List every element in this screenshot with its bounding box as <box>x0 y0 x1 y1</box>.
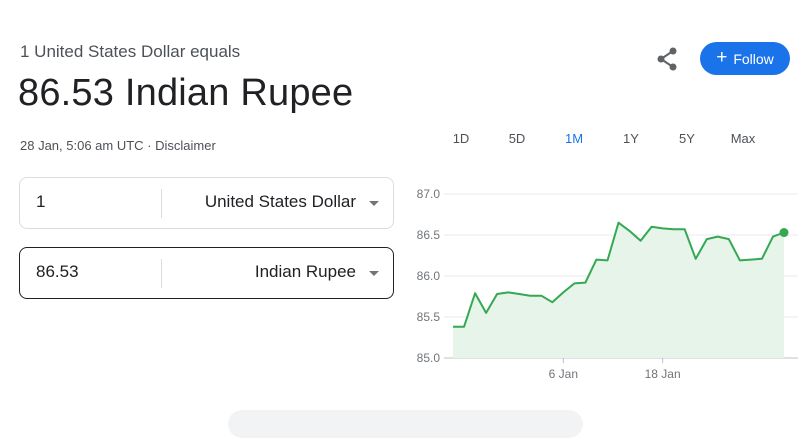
data-point <box>772 236 773 237</box>
disclaimer-link[interactable]: Disclaimer <box>155 138 216 153</box>
from-currency-select[interactable]: United States Dollar <box>205 192 356 212</box>
data-point <box>519 294 520 295</box>
data-point <box>673 229 674 230</box>
x-tick-label: 6 Jan <box>549 367 578 381</box>
divider <box>161 259 162 288</box>
data-point <box>563 292 564 293</box>
plus-icon: + <box>716 47 728 68</box>
from-currency-box: 1 United States Dollar <box>19 177 394 229</box>
to-currency-select[interactable]: Indian Rupee <box>255 262 356 282</box>
area-fill <box>453 222 784 358</box>
current-point <box>779 228 789 238</box>
data-point <box>574 283 575 284</box>
data-point <box>651 226 652 227</box>
range-tab-5d[interactable]: 5D <box>505 131 529 149</box>
range-tab-1d[interactable]: 1D <box>449 131 473 149</box>
data-point <box>530 295 531 296</box>
exchange-rate-chart: 85.0 85.5 86.0 86.5 87.0 6 Jan 18 Jan <box>417 187 798 381</box>
data-point <box>684 229 685 230</box>
y-tick-label: 86.0 <box>417 269 441 283</box>
data-point <box>640 240 641 241</box>
meta-separator: · <box>143 138 156 153</box>
range-tab-max[interactable]: Max <box>727 131 759 149</box>
y-tick-label: 87.0 <box>417 187 441 201</box>
data-point <box>717 236 718 237</box>
from-amount-input[interactable]: 1 <box>36 192 45 212</box>
share-icon[interactable] <box>655 46 679 72</box>
data-point <box>618 222 619 223</box>
follow-label: Follow <box>733 50 774 67</box>
data-point <box>629 230 630 231</box>
x-tick-label: 18 Jan <box>645 367 681 381</box>
data-point <box>453 326 454 327</box>
data-point <box>761 258 762 259</box>
data-point <box>475 293 476 294</box>
chevron-down-icon[interactable] <box>369 201 379 206</box>
data-point <box>596 259 597 260</box>
data-point <box>739 260 740 261</box>
rate-meta: 28 Jan, 5:06 am UTC · Disclaimer <box>20 138 216 153</box>
range-tab-1m[interactable]: 1M <box>561 131 587 149</box>
y-tick-label: 85.0 <box>417 351 441 365</box>
data-point <box>695 258 696 259</box>
range-tab-5y[interactable]: 5Y <box>675 131 699 149</box>
data-point <box>541 295 542 296</box>
data-point <box>706 239 707 240</box>
conversion-label: 1 United States Dollar equals <box>20 42 241 61</box>
divider <box>161 189 162 218</box>
bottom-pill <box>228 410 583 438</box>
data-point <box>607 260 608 261</box>
to-amount-input[interactable]: 86.53 <box>36 262 79 282</box>
data-point <box>497 294 498 295</box>
y-tick-label: 86.5 <box>417 228 441 242</box>
data-point <box>728 239 729 240</box>
data-point <box>750 259 751 260</box>
y-tick-label: 85.5 <box>417 310 441 324</box>
follow-button[interactable]: + Follow <box>700 42 790 75</box>
to-currency-box: 86.53 Indian Rupee <box>19 247 394 299</box>
data-point <box>552 302 553 303</box>
exchange-rate-value: 86.53 Indian Rupee <box>18 72 354 114</box>
data-point <box>585 282 586 283</box>
rate-timestamp: 28 Jan, 5:06 am UTC <box>20 138 144 153</box>
data-point <box>508 292 509 293</box>
data-point <box>486 312 487 313</box>
data-point <box>662 228 663 229</box>
range-tab-1y[interactable]: 1Y <box>619 131 643 149</box>
data-point <box>464 326 465 327</box>
chevron-down-icon[interactable] <box>369 271 379 276</box>
